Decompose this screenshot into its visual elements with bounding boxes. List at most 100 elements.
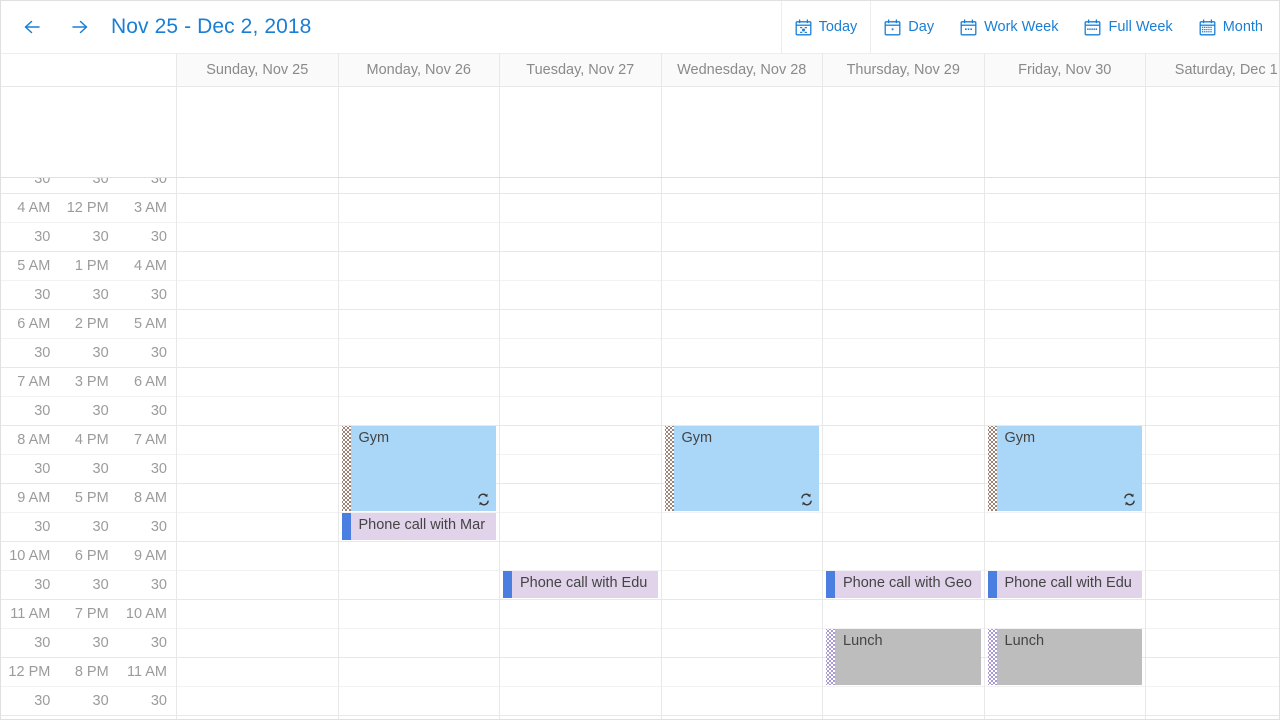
time-slot[interactable] [338,599,499,628]
day-header-cell[interactable]: Saturday, Dec 1 [1146,54,1279,86]
next-period-button[interactable] [63,10,97,44]
time-slot[interactable] [500,483,661,512]
today-button[interactable]: Today [782,1,871,54]
time-slot[interactable] [500,367,661,396]
time-slot[interactable] [500,454,661,483]
appointment[interactable]: Phone call with Edu [987,571,1142,598]
time-slot[interactable] [177,178,338,193]
time-slot[interactable] [1146,396,1279,425]
all-day-cell[interactable] [823,87,985,177]
time-slot[interactable] [338,367,499,396]
time-slot[interactable] [661,512,822,541]
all-day-cell[interactable] [661,87,823,177]
time-slot[interactable] [661,657,822,686]
time-slot[interactable] [177,222,338,251]
day-column[interactable]: Gym Phone call with Mar [338,178,500,719]
time-slot[interactable] [1146,483,1279,512]
view-button-full-week[interactable]: Full Week [1071,1,1185,54]
time-slot[interactable] [338,251,499,280]
time-slot[interactable] [1146,222,1279,251]
time-slot[interactable] [338,686,499,715]
time-slot[interactable] [823,425,984,454]
time-slot[interactable] [1146,338,1279,367]
time-slot[interactable] [661,541,822,570]
time-slot[interactable] [338,396,499,425]
time-slot[interactable] [823,483,984,512]
time-slot[interactable] [500,396,661,425]
time-slot[interactable] [177,715,338,719]
time-slot[interactable] [1146,178,1279,193]
time-slot[interactable] [1146,570,1279,599]
time-slot[interactable] [177,396,338,425]
appointment[interactable]: Gym [664,426,819,511]
day-header-cell[interactable]: Thursday, Nov 29 [823,54,985,86]
time-slot[interactable] [500,541,661,570]
time-slot[interactable] [177,541,338,570]
time-slot[interactable] [1146,512,1279,541]
appointment[interactable]: Phone call with Edu [503,571,658,598]
time-slot[interactable] [177,338,338,367]
time-slot[interactable] [661,367,822,396]
all-day-cell[interactable] [338,87,500,177]
time-slot[interactable] [823,222,984,251]
time-slot[interactable] [661,628,822,657]
time-slot[interactable] [984,367,1145,396]
time-slot[interactable] [500,338,661,367]
time-slot[interactable] [177,483,338,512]
time-slot[interactable] [500,251,661,280]
time-slot[interactable] [823,178,984,193]
time-slot[interactable] [984,512,1145,541]
time-slot[interactable] [823,338,984,367]
time-slot[interactable] [338,541,499,570]
time-slot[interactable] [500,222,661,251]
view-button-day[interactable]: Day [871,1,947,54]
time-slot[interactable] [177,454,338,483]
time-slot[interactable] [823,454,984,483]
time-slot[interactable] [661,686,822,715]
previous-period-button[interactable] [15,10,49,44]
time-slot[interactable] [177,367,338,396]
time-slot[interactable] [1146,251,1279,280]
time-slot[interactable] [984,251,1145,280]
view-button-month[interactable]: Month [1186,1,1279,54]
time-slot[interactable] [177,657,338,686]
all-day-cell[interactable] [984,87,1146,177]
time-slot[interactable] [1146,657,1279,686]
time-slot[interactable] [662,178,823,193]
appointment[interactable]: Gym [987,426,1142,511]
time-slot[interactable] [661,193,822,222]
time-slot[interactable] [177,425,338,454]
time-slot[interactable] [338,628,499,657]
time-slot[interactable] [661,222,822,251]
time-slot[interactable] [985,178,1146,193]
time-slot[interactable] [1146,628,1279,657]
time-slot[interactable] [823,367,984,396]
time-slot[interactable] [338,309,499,338]
time-slot[interactable] [1146,280,1279,309]
time-slot[interactable] [984,280,1145,309]
time-slot[interactable] [338,280,499,309]
time-slot[interactable] [661,280,822,309]
time-slot[interactable] [661,309,822,338]
time-slot[interactable] [661,570,822,599]
time-slot[interactable] [1146,715,1279,719]
time-slot[interactable] [661,338,822,367]
time-slot[interactable] [984,309,1145,338]
time-slot[interactable] [177,570,338,599]
day-header-cell[interactable]: Friday, Nov 30 [984,54,1146,86]
time-slot[interactable] [823,715,984,719]
appointment[interactable]: Lunch [987,629,1142,685]
time-slot[interactable] [1146,454,1279,483]
time-slot[interactable] [1146,541,1279,570]
time-slot[interactable] [339,178,500,193]
time-slot[interactable] [338,193,499,222]
time-slot[interactable] [823,541,984,570]
day-column[interactable]: Phone call with Geo Lunch [823,178,985,719]
time-slot[interactable] [500,686,661,715]
time-slot[interactable] [1146,599,1279,628]
time-slot[interactable] [177,686,338,715]
all-day-cell[interactable] [177,87,339,177]
time-slot[interactable] [984,396,1145,425]
day-column[interactable] [177,178,339,719]
appointment[interactable]: Lunch [826,629,981,685]
